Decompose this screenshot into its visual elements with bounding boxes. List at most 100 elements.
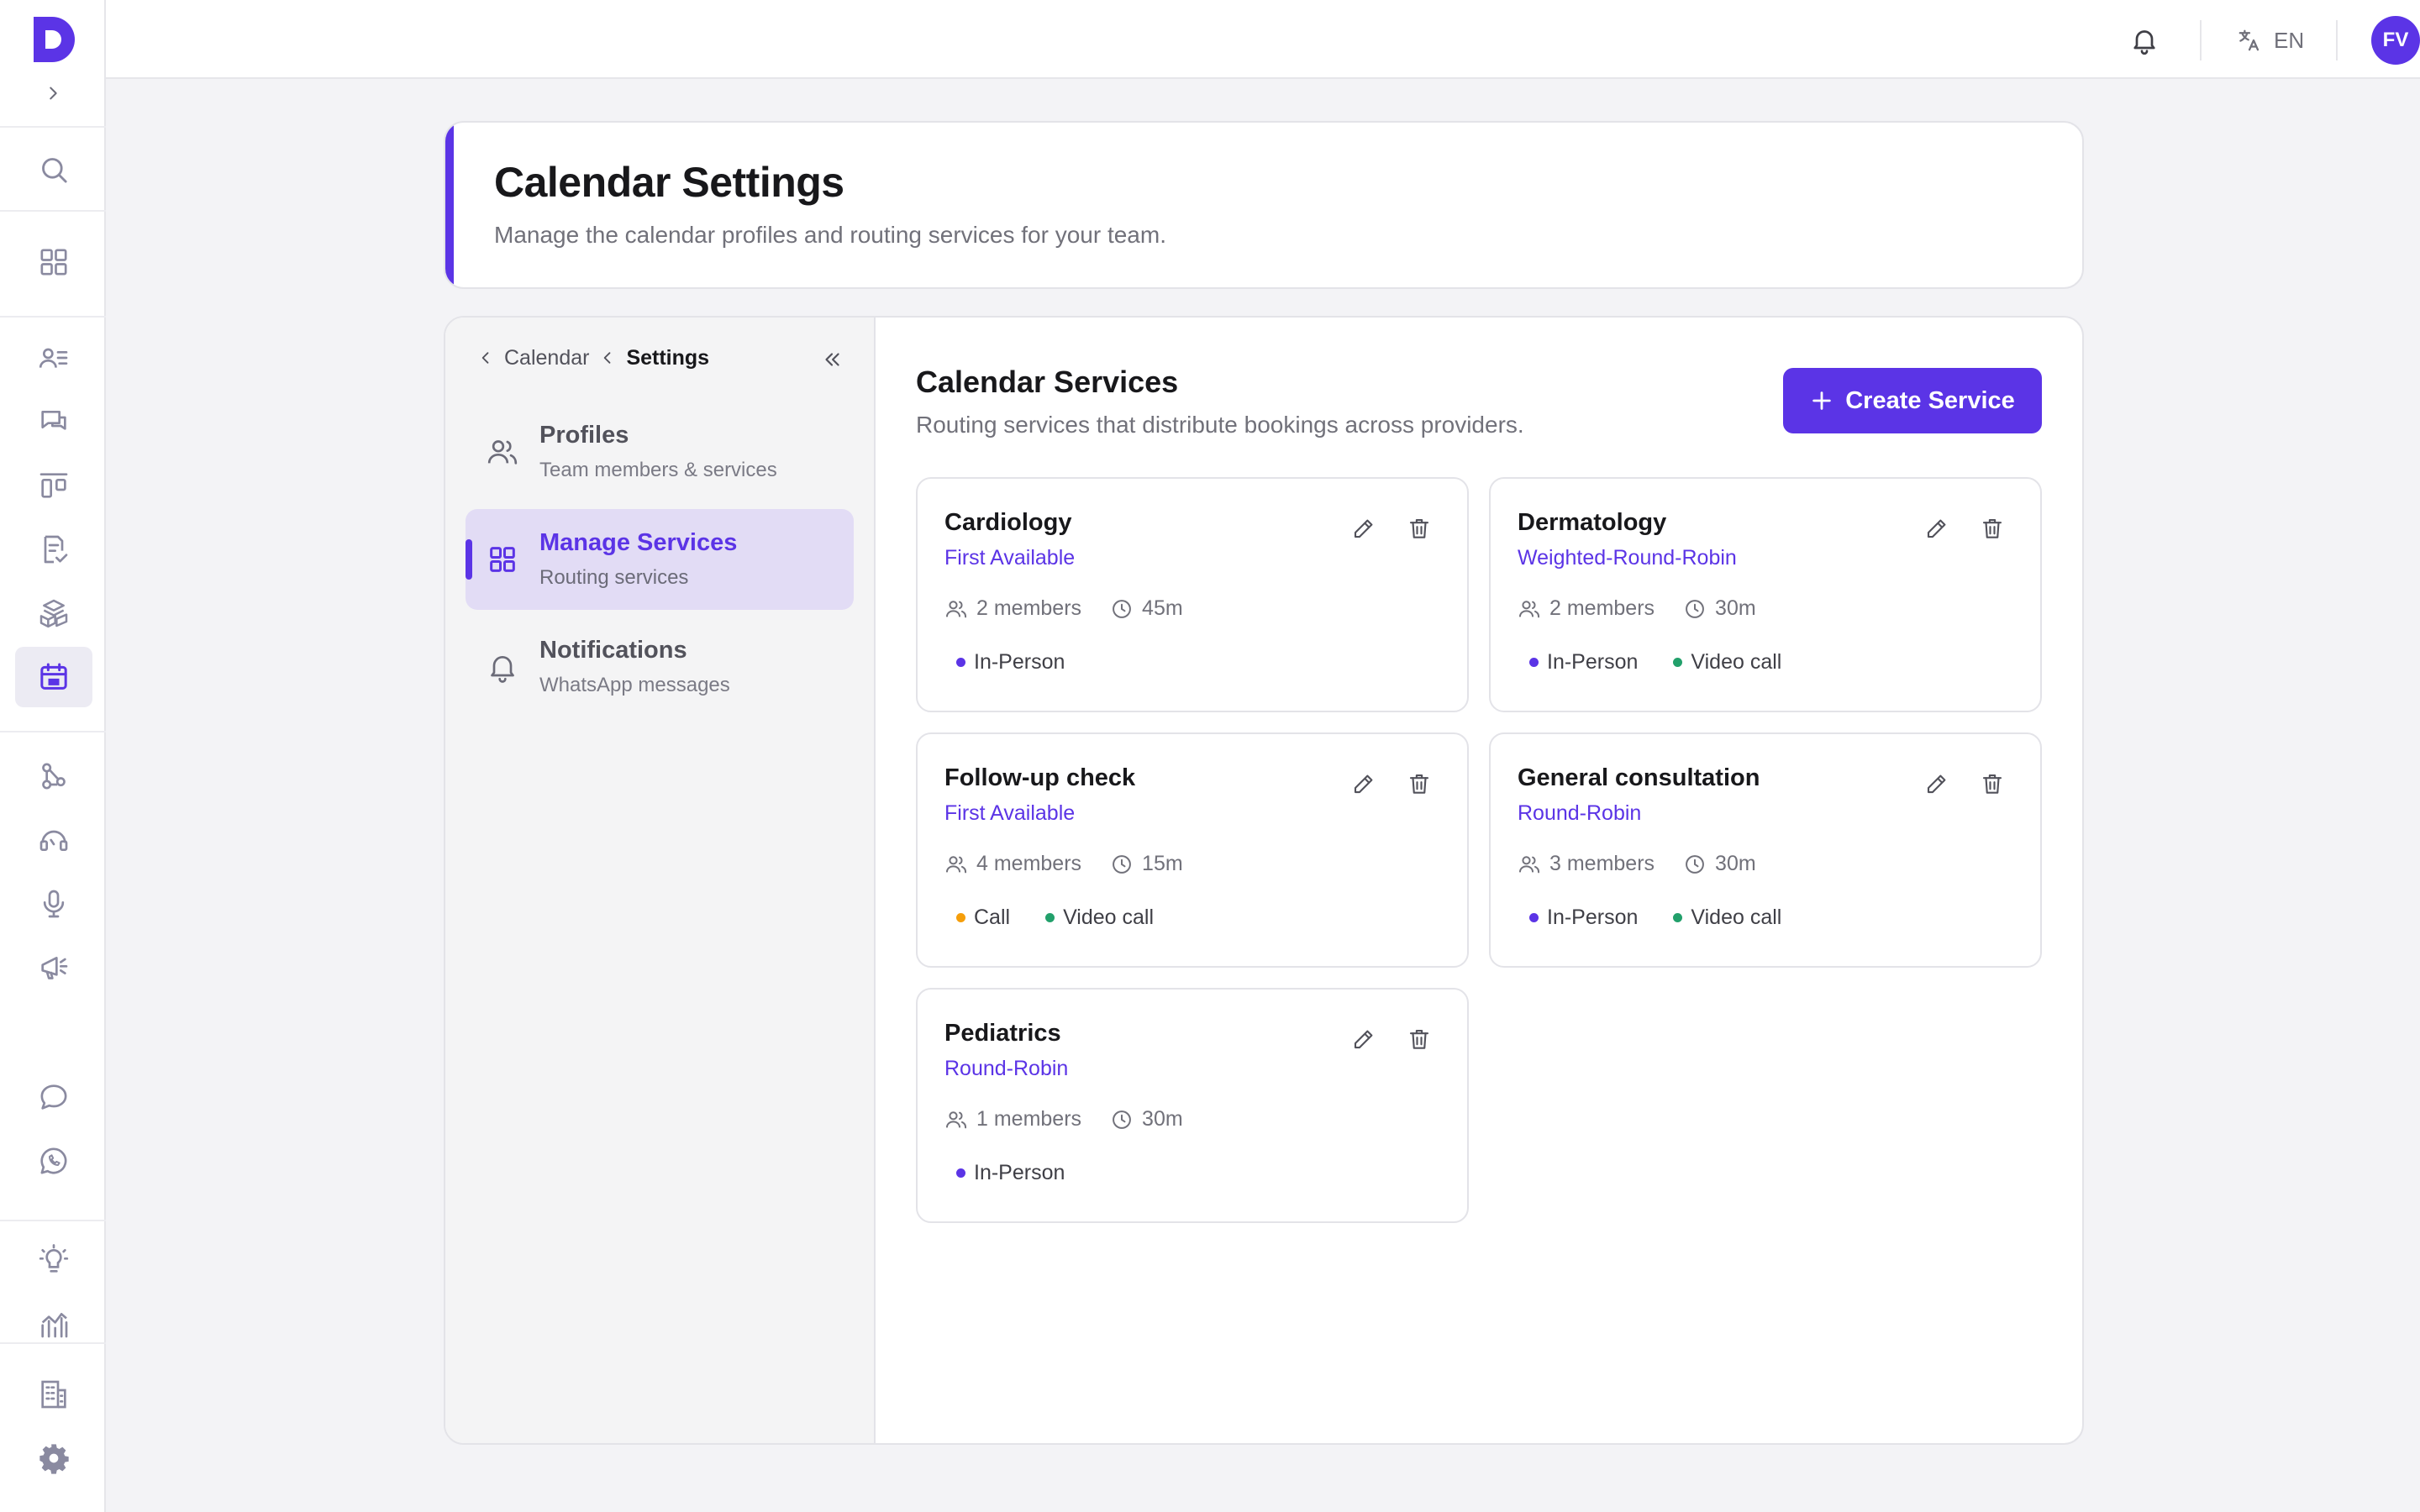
service-meta: 1 members 30m <box>944 1107 1183 1131</box>
nav-item-title: Notifications <box>539 637 687 664</box>
tag-dot <box>1529 658 1539 667</box>
routing-strategy: Round-Robin <box>1518 801 1642 825</box>
service-name: Pediatrics <box>944 1020 1061 1047</box>
rail-campaigns-button[interactable] <box>15 937 92 998</box>
delete-service-button[interactable] <box>1978 769 2007 798</box>
analytics-icon <box>41 1313 68 1338</box>
members-icon <box>1518 600 1540 617</box>
service-tag: Video call <box>1045 906 1154 930</box>
members-count: 1 members <box>976 1107 1082 1131</box>
pencil-icon <box>1354 519 1373 538</box>
trash-icon <box>1409 1029 1429 1049</box>
users-icon <box>487 440 518 465</box>
active-indicator <box>466 539 472 580</box>
rail-settings-button[interactable] <box>15 1428 92 1488</box>
create-service-button[interactable]: Create Service <box>1783 368 2042 433</box>
rail-contacts-button[interactable] <box>15 328 92 388</box>
rail-pipeline-button[interactable] <box>15 455 92 516</box>
whatsapp-icon <box>40 1147 67 1174</box>
support-icon <box>39 830 68 851</box>
rail-chat-button[interactable] <box>15 1067 92 1127</box>
tag-dot <box>1529 913 1539 922</box>
nav-item-profiles[interactable]: Profiles Team members & services <box>466 402 854 502</box>
rail-divider <box>0 126 106 128</box>
clock-icon <box>1113 599 1131 618</box>
tag-label: In-Person <box>1547 906 1639 929</box>
delete-service-button[interactable] <box>1978 514 2007 543</box>
campaigns-icon <box>41 957 68 979</box>
members-count: 2 members <box>1549 596 1655 620</box>
service-meta: 2 members 45m <box>944 596 1183 621</box>
topbar-divider <box>2200 20 2202 60</box>
chevron-right-icon <box>50 87 57 100</box>
trash-icon <box>1982 774 2002 794</box>
rail-support-button[interactable] <box>15 810 92 870</box>
service-tags: Call Video call <box>956 906 1189 930</box>
collapse-sidebar-button[interactable] <box>815 343 849 376</box>
user-avatar[interactable]: FV <box>2371 16 2420 65</box>
rail-divider <box>0 210 106 212</box>
service-tag: In-Person <box>1529 650 1638 675</box>
tag-label: In-Person <box>1547 650 1639 674</box>
language-switcher[interactable]: EN <box>2237 22 2304 59</box>
service-tags: In-Person <box>956 650 1100 675</box>
service-tags: In-Person Video call <box>1529 650 1817 675</box>
search-icon <box>42 158 67 183</box>
edit-service-button[interactable] <box>1923 769 1951 798</box>
tag-label: In-Person <box>974 650 1065 674</box>
delete-service-button[interactable] <box>1405 514 1434 543</box>
service-card[interactable]: Cardiology First Available 2 members 45m In-… <box>916 477 1469 712</box>
edit-service-button[interactable] <box>1349 514 1378 543</box>
notifications-button[interactable] <box>2126 22 2163 59</box>
tag-dot <box>1673 658 1683 667</box>
rail-ideas-button[interactable] <box>15 1230 92 1290</box>
chat-icon <box>40 1084 67 1110</box>
rail-calendar-button[interactable] <box>15 647 92 707</box>
grid-icon <box>490 547 515 572</box>
calendar-icon <box>40 663 67 690</box>
service-tag: Video call <box>1673 650 1781 675</box>
rail-conversations-button[interactable] <box>15 391 92 452</box>
rail-company-button[interactable] <box>15 1364 92 1425</box>
duration: 30m <box>1142 1107 1183 1131</box>
service-card[interactable]: General consultation Round-Robin 3 members… <box>1489 732 2042 968</box>
breadcrumb-current: Settings <box>626 345 710 370</box>
expand-rail-button[interactable] <box>40 81 66 106</box>
nav-item-manage-services[interactable]: Manage Services Routing services <box>466 509 854 610</box>
app-logo-icon[interactable] <box>29 13 77 66</box>
service-tags: In-Person <box>956 1161 1100 1185</box>
duration: 30m <box>1715 852 1756 875</box>
pencil-icon <box>1354 1030 1373 1049</box>
service-card[interactable]: Pediatrics Round-Robin 1 members 30m In-Pers… <box>916 988 1469 1223</box>
nav-item-notifications[interactable]: Notifications WhatsApp messages <box>466 617 854 717</box>
delete-service-button[interactable] <box>1405 1025 1434 1053</box>
service-card[interactable]: Dermatology Weighted-Round-Robin 2 members… <box>1489 477 2042 712</box>
rail-products-button[interactable] <box>15 583 92 643</box>
delete-service-button[interactable] <box>1405 769 1434 798</box>
services-content: Calendar Services Routing services that … <box>876 318 2082 1443</box>
page-header-card: Calendar Settings Manage the calendar pr… <box>444 121 2084 289</box>
dashboard-icon <box>40 249 67 276</box>
rail-voice-button[interactable] <box>15 874 92 934</box>
routing-strategy: First Available <box>944 546 1076 570</box>
trash-icon <box>1409 518 1429 538</box>
tag-dot <box>956 658 965 667</box>
tag-label: Video call <box>1691 906 1782 929</box>
edit-service-button[interactable] <box>1349 1025 1378 1053</box>
edit-service-button[interactable] <box>1349 769 1378 798</box>
rail-dashboard-button[interactable] <box>15 232 92 292</box>
pencil-icon <box>1927 774 1946 794</box>
tag-dot <box>1045 913 1055 922</box>
rail-analytics-button[interactable] <box>15 1294 92 1354</box>
conversations-icon <box>41 411 66 430</box>
rail-search-button[interactable] <box>15 139 92 200</box>
rail-whatsapp-button[interactable] <box>15 1131 92 1191</box>
rail-automation-button[interactable] <box>15 746 92 806</box>
edit-service-button[interactable] <box>1923 514 1951 543</box>
rail-tasks-button[interactable] <box>15 519 92 580</box>
pencil-icon <box>1354 774 1373 794</box>
breadcrumb-parent[interactable]: Calendar <box>504 346 589 370</box>
service-card[interactable]: Follow-up check First Available 4 members 1… <box>916 732 1469 968</box>
company-icon <box>41 1380 66 1409</box>
tag-dot <box>956 913 965 922</box>
